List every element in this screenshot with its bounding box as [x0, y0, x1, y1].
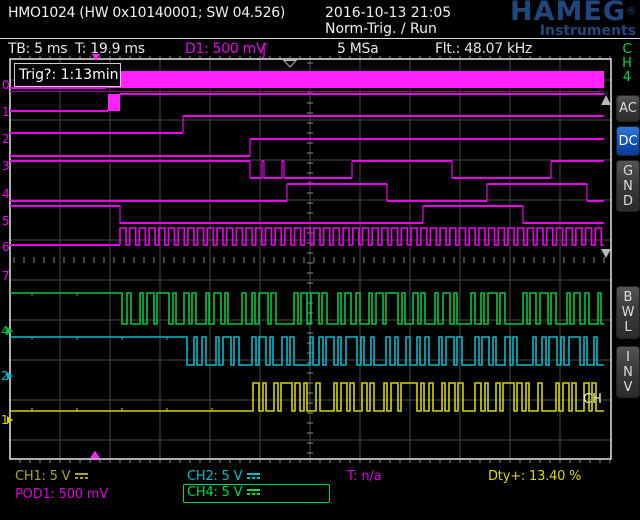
dc-coupling-icon: [247, 489, 260, 497]
bandwidth-limit-button[interactable]: B W L: [616, 286, 640, 339]
ch4-readout-selected[interactable]: CH4: 5 V: [183, 484, 330, 503]
digital-clock-trace: [120, 228, 604, 245]
digital-channel-label: 4: [2, 187, 10, 201]
trigger-warning-box: Trig?: 1:13min: [14, 63, 121, 87]
digital-channel-label: 1: [2, 105, 10, 119]
dc-coupling-icon: [247, 473, 260, 481]
coupling-ac-button[interactable]: AC: [616, 95, 640, 122]
trigger-position-marker-icon: [92, 54, 100, 61]
reference-marker-icon: [284, 61, 296, 68]
analog-trace-ch1: [10, 383, 604, 411]
digital-busy-bar: [106, 71, 604, 88]
trigger-time-readout: T: n/a: [347, 469, 381, 484]
digital-channel-label: 0: [2, 78, 10, 92]
ch2-scale: CH2: 5 V: [187, 469, 242, 484]
pod1-readout[interactable]: POD1: 500 mV: [15, 487, 108, 502]
analog-trace-ch4: [10, 293, 604, 324]
dc-coupling-icon: [75, 473, 88, 481]
digital-busy-bar: [108, 94, 120, 111]
oscilloscope-screen: HMO1024 (HW 0x10140001; SW 04.526) 2016-…: [0, 0, 640, 520]
digital-channel-label: 6: [2, 240, 10, 254]
sidebar-channel-label: C H 4: [619, 43, 635, 85]
coupling-gnd-button[interactable]: G N D: [616, 160, 640, 212]
coupling-dc-button[interactable]: DC: [616, 126, 640, 156]
trigger-warning-text: Trig?: 1:13min: [19, 67, 118, 83]
digital-channel-label: 3: [2, 159, 10, 173]
channel-overlay-label: CH: [583, 392, 602, 407]
threshold-up-marker-icon: [601, 95, 611, 105]
digital-channel-label: 7: [2, 269, 10, 283]
digital-channel-label: 5: [2, 214, 10, 228]
ch1-readout[interactable]: CH1: 5 V: [15, 469, 88, 484]
ch1-scale: CH1: 5 V: [15, 469, 70, 484]
duty-cycle-readout: Dty+: 13.40 %: [488, 469, 581, 484]
invert-button[interactable]: I N V: [616, 346, 640, 398]
threshold-down-marker-icon: [601, 249, 611, 258]
ch2-readout[interactable]: CH2: 5 V: [187, 469, 260, 484]
digital-channel-label: 2: [2, 132, 10, 146]
analog-trace-ch2: [10, 337, 604, 365]
ch4-scale: CH4: 5 V: [187, 485, 242, 500]
trigger-bottom-marker-icon: [90, 451, 100, 459]
